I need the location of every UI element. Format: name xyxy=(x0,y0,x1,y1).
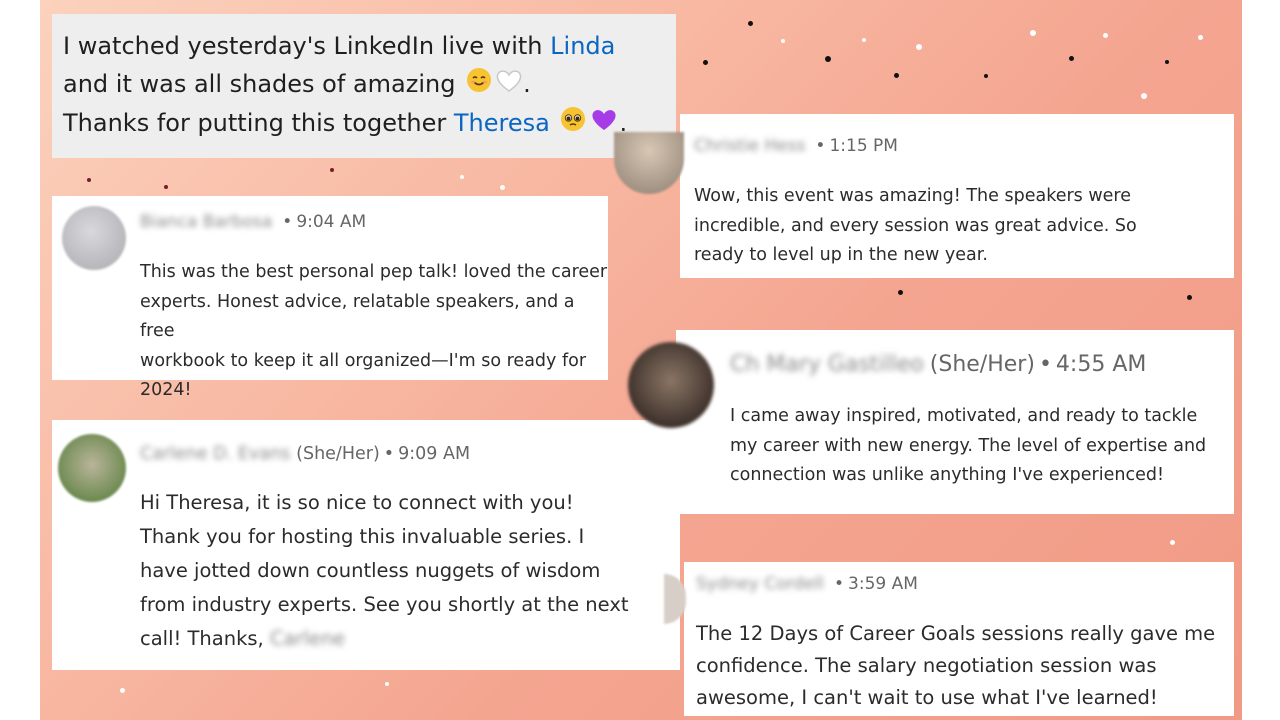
comment-card-4: Ch Mary Gastilleo (She/Her) • 4:55 AM I … xyxy=(676,330,1234,514)
comment-card-2: Carlene D. Evans (She/Her) • 9:09 AM Hi … xyxy=(52,420,680,670)
separator-dot: • xyxy=(815,136,826,156)
comment-line: my career with new energy. The level of … xyxy=(730,435,1207,456)
comment-timestamp: 9:04 AM xyxy=(296,212,367,232)
quote-line-3: Thanks for putting this together Theresa… xyxy=(63,104,676,143)
comment-meta: Bianca Barbosa • 9:04 AM xyxy=(140,212,366,232)
commenter-pronouns: (She/Her) xyxy=(296,444,380,464)
commenter-name[interactable]: Carlene D. Evans xyxy=(140,444,290,464)
comment-body: This was the best personal pep talk! lov… xyxy=(140,258,608,406)
avatar[interactable] xyxy=(628,342,714,428)
highlighted-quote-card: I watched yesterday's LinkedIn live with… xyxy=(52,14,676,158)
comment-timestamp: 9:09 AM xyxy=(398,444,471,464)
separator-dot: • xyxy=(1038,352,1052,377)
quote-line-2: and it was all shades of amazing . xyxy=(63,65,676,104)
comment-line: have jotted down countless nuggets of wi… xyxy=(140,559,601,582)
quote-text: I watched yesterday's LinkedIn live with xyxy=(63,32,551,60)
comment-line-text: call! Thanks, xyxy=(140,627,270,650)
comment-line: experts. Honest advice, relatable speake… xyxy=(140,291,575,342)
comment-body: I came away inspired, motivated, and rea… xyxy=(730,402,1206,491)
comment-line: incredible, and every session was great … xyxy=(694,215,1137,236)
comment-line: This was the best personal pep talk! lov… xyxy=(140,262,608,282)
comment-line: call! Thanks, Carlene xyxy=(140,622,629,656)
comment-line: connection was unlike anything I've expe… xyxy=(730,465,1164,485)
commenter-name[interactable]: Christie Hess xyxy=(694,136,805,156)
comment-meta: Carlene D. Evans (She/Her) • 9:09 AM xyxy=(140,444,470,464)
separator-dot: • xyxy=(834,574,845,594)
comment-line: I came away inspired, motivated, and rea… xyxy=(730,406,1198,426)
comment-card-1: Bianca Barbosa • 9:04 AM This was the be… xyxy=(52,196,608,400)
comment-timestamp: 3:59 AM xyxy=(848,574,918,594)
quote-line-1: I watched yesterday's LinkedIn live with… xyxy=(63,27,676,65)
commenter-name[interactable]: Bianca Barbosa xyxy=(140,212,272,232)
avatar[interactable] xyxy=(62,206,126,270)
comment-timestamp: 1:15 PM xyxy=(829,136,898,156)
comment-line: Wow, this event was amazing! The speaker… xyxy=(694,186,1131,206)
comment-line: 2024! xyxy=(140,380,192,400)
comment-line: Hi Theresa, it is so nice to connect wit… xyxy=(140,491,574,514)
quote-text: and it was all shades of amazing xyxy=(63,70,464,98)
comment-line: from industry experts. See you shortly a… xyxy=(140,593,629,616)
signoff-name: Carlene xyxy=(269,627,346,650)
comment-card-5: Sydney Cordell • 3:59 AM The 12 Days of … xyxy=(684,562,1234,716)
comment-card-3: Christie Hess • 1:15 PM Wow, this event … xyxy=(680,114,1234,278)
mention-link-theresa[interactable]: Theresa xyxy=(454,109,550,137)
comment-meta: Christie Hess • 1:15 PM xyxy=(694,136,898,156)
avatar[interactable] xyxy=(58,434,126,502)
comment-line: The 12 Days of Career Goals sessions rea… xyxy=(696,622,1216,645)
separator-dot: • xyxy=(383,444,395,464)
comment-line: workbook to keep it all organized—I'm so… xyxy=(140,350,587,371)
comment-line: awesome, I can't wait to use what I've l… xyxy=(696,686,1158,709)
comment-body: Wow, this event was amazing! The speaker… xyxy=(694,182,1137,271)
comment-meta: Ch Mary Gastilleo (She/Her) • 4:55 AM xyxy=(730,352,1146,377)
mention-link-linda[interactable]: Linda xyxy=(550,32,615,60)
separator-dot: • xyxy=(282,212,293,232)
quote-text: . xyxy=(523,70,531,98)
comment-body: The 12 Days of Career Goals sessions rea… xyxy=(696,618,1215,714)
comment-meta: Sydney Cordell • 3:59 AM xyxy=(696,574,918,594)
comment-line: ready to level up in the new year. xyxy=(694,245,988,265)
commenter-pronouns: (She/Her) xyxy=(929,352,1035,377)
pleading-face-icon xyxy=(560,105,586,143)
white-heart-icon xyxy=(495,66,523,104)
comment-body: Hi Theresa, it is so nice to connect wit… xyxy=(140,486,629,656)
smiling-face-icon xyxy=(466,66,492,104)
quote-text: Thanks for putting this together xyxy=(63,109,454,137)
comment-line: confidence. The salary negotiation sessi… xyxy=(696,654,1157,677)
comment-timestamp: 4:55 AM xyxy=(1055,352,1147,377)
commenter-name[interactable]: Ch Mary Gastilleo xyxy=(730,352,924,377)
comment-line: Thank you for hosting this invaluable se… xyxy=(140,525,585,548)
commenter-name[interactable]: Sydney Cordell xyxy=(696,574,824,594)
